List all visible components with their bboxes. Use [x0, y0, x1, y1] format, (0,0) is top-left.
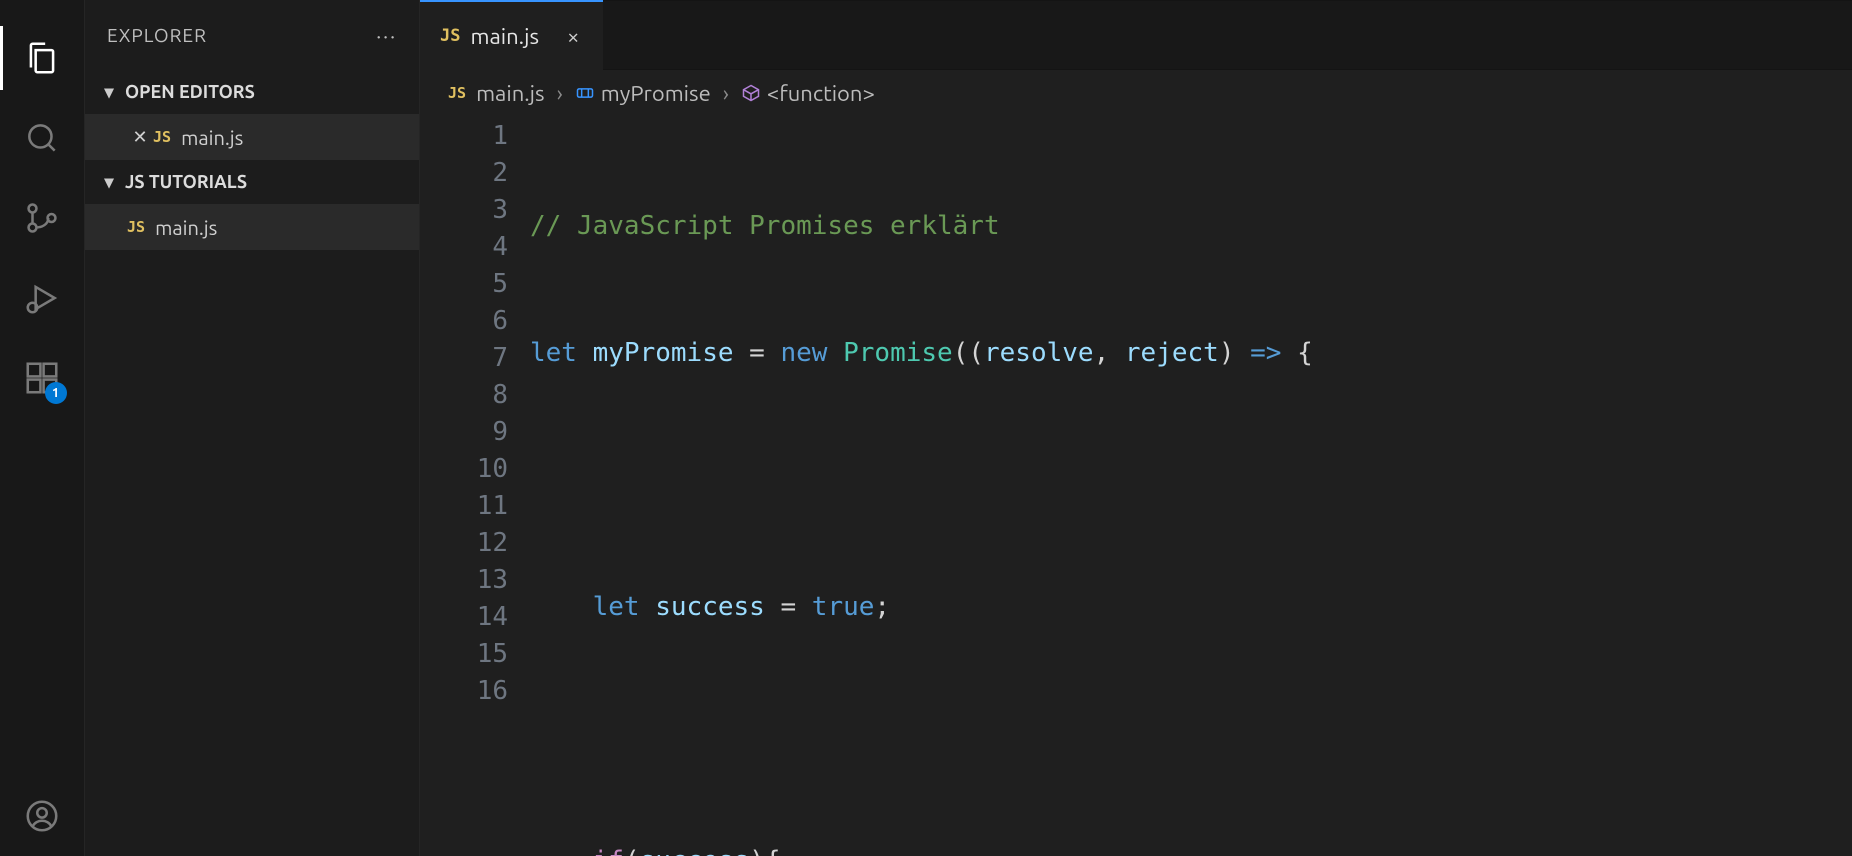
folder-label: JS TUTORIALS	[125, 172, 247, 192]
code-content[interactable]: // JavaScript Promises erklärt let myPro…	[530, 116, 1852, 856]
explorer-icon[interactable]	[0, 18, 85, 98]
tab-main-js[interactable]: JS main.js ×	[420, 0, 603, 70]
activity-bar: 1	[0, 0, 85, 856]
code-area[interactable]: 1 2 3 4 5 6 7 8 9 10 11 12 13 14 15 16 /…	[420, 116, 1852, 856]
breadcrumbs[interactable]: JS main.js › myPromise › <function>	[420, 70, 1852, 116]
js-file-icon: JS	[448, 84, 466, 102]
folder-header[interactable]: ▾ JS TUTORIALS	[85, 160, 419, 204]
file-item[interactable]: JS main.js	[85, 204, 419, 250]
source-control-icon[interactable]	[0, 178, 85, 258]
chevron-down-icon: ▾	[99, 82, 119, 103]
breadcrumb-symbol[interactable]: myPromise	[601, 81, 711, 106]
chevron-down-icon: ▾	[99, 172, 119, 193]
breadcrumb-sep: ›	[723, 81, 729, 106]
sidebar-header: EXPLORER ···	[85, 0, 419, 70]
js-file-icon: JS	[440, 26, 460, 46]
sidebar-title: EXPLORER	[107, 24, 207, 46]
open-editors-label: OPEN EDITORS	[125, 82, 255, 102]
search-icon[interactable]	[0, 98, 85, 178]
sidebar-more-icon[interactable]: ···	[376, 24, 397, 47]
breadcrumb-symbol[interactable]: <function>	[767, 81, 875, 106]
open-editors-header[interactable]: ▾ OPEN EDITORS	[85, 70, 419, 114]
open-editor-filename: main.js	[181, 126, 243, 149]
editor: JS main.js × JS main.js › myPromise › <f…	[420, 0, 1852, 856]
explorer-sidebar: EXPLORER ··· ▾ OPEN EDITORS ✕ JS main.js…	[85, 0, 420, 856]
variable-icon	[575, 83, 595, 103]
function-icon	[741, 83, 761, 103]
line-number-gutter: 1 2 3 4 5 6 7 8 9 10 11 12 13 14 15 16	[420, 116, 530, 856]
open-editor-item[interactable]: ✕ JS main.js	[85, 114, 419, 160]
js-file-icon: JS	[153, 128, 171, 146]
tab-bar: JS main.js ×	[420, 0, 1852, 70]
breadcrumb-sep: ›	[557, 81, 563, 106]
close-editor-icon[interactable]: ✕	[127, 127, 153, 148]
js-file-icon: JS	[127, 218, 145, 236]
file-name: main.js	[155, 216, 217, 239]
tab-label: main.js	[470, 24, 539, 49]
breadcrumb-file[interactable]: main.js	[476, 81, 545, 106]
tab-bar-empty	[603, 0, 1852, 70]
close-tab-icon[interactable]: ×	[567, 24, 579, 49]
extensions-icon[interactable]: 1	[0, 338, 85, 418]
extensions-badge: 1	[45, 382, 67, 404]
accounts-icon[interactable]	[0, 776, 85, 856]
run-debug-icon[interactable]	[0, 258, 85, 338]
